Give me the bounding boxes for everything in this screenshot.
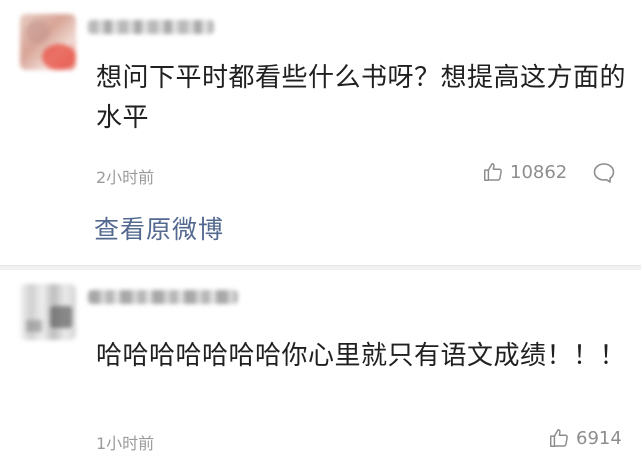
comment-text: 哈哈哈哈哈哈哈你心里就只有语文成绩！！！ (96, 341, 627, 371)
username-redacted[interactable] (88, 290, 238, 304)
view-original-weibo-link[interactable]: 查看原微博 (94, 210, 224, 246)
like-button[interactable]: 10862 (482, 161, 567, 183)
comment-bubble-icon[interactable] (592, 162, 616, 188)
comment-timestamp: 2小时前 (96, 168, 155, 187)
avatar[interactable] (20, 284, 76, 340)
avatar[interactable] (20, 14, 76, 70)
comment-card: 想问下平时都看些什么书呀？想提高这方面的水平 2小时前 10862 查看原微博 (0, 0, 641, 265)
username-redacted[interactable] (88, 20, 214, 34)
comment-timestamp: 1小时前 (96, 434, 155, 453)
comment-text: 想问下平时都看些什么书呀？想提高这方面的水平 (96, 63, 627, 133)
like-count: 10862 (510, 161, 568, 183)
like-button[interactable]: 6914 (548, 427, 622, 449)
like-count: 6914 (576, 427, 622, 449)
thumbs-up-icon (548, 427, 570, 449)
thumbs-up-icon (482, 161, 504, 183)
